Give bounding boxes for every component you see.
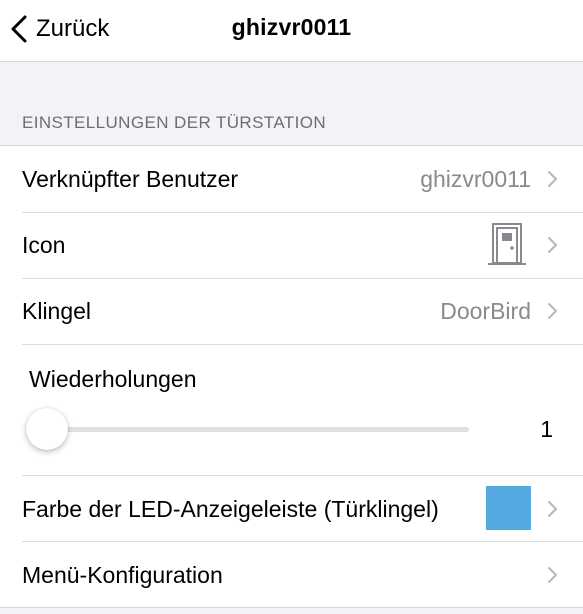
ringtone-value: DoorBird (440, 297, 531, 324)
door-icon (488, 223, 526, 265)
row-divider (22, 344, 583, 345)
navigation-bar: Zurück ghizvr0011 (0, 0, 583, 62)
repetitions-value: 1 (540, 416, 553, 442)
section-header: EINSTELLUNGEN DER TÜRSTATION (22, 113, 327, 132)
linked-user-value: ghizvr0011 (420, 165, 531, 192)
led-color-swatch (486, 486, 531, 530)
led-color-row[interactable]: Farbe der LED-Anzeigeleiste (Türklingel) (0, 476, 583, 542)
settings-group: Verknüpfter Benutzer ghizvr0011 Icon Kli… (0, 145, 583, 608)
linked-user-row[interactable]: Verknüpfter Benutzer ghizvr0011 (0, 146, 583, 212)
chevron-right-icon (548, 237, 557, 253)
ringtone-label: Klingel (22, 297, 92, 324)
chevron-right-icon (548, 501, 557, 517)
menu-configuration-row[interactable]: Menü-Konfiguration (0, 542, 583, 608)
chevron-right-icon (548, 303, 557, 319)
chevron-right-icon (548, 171, 557, 187)
repetitions-slider-track[interactable] (30, 427, 469, 432)
menu-configuration-label: Menü-Konfiguration (22, 561, 223, 588)
led-color-label: Farbe der LED-Anzeigeleiste (Türklingel) (22, 495, 439, 522)
repetitions-slider-thumb[interactable] (26, 408, 68, 450)
icon-row[interactable]: Icon (0, 212, 583, 278)
icon-label: Icon (22, 231, 66, 258)
repetitions-label: Wiederholungen (29, 366, 197, 392)
chevron-right-icon (548, 567, 557, 583)
linked-user-label: Verknüpfter Benutzer (22, 165, 239, 192)
ringtone-row[interactable]: Klingel DoorBird (0, 278, 583, 344)
page-title: ghizvr0011 (231, 14, 352, 40)
